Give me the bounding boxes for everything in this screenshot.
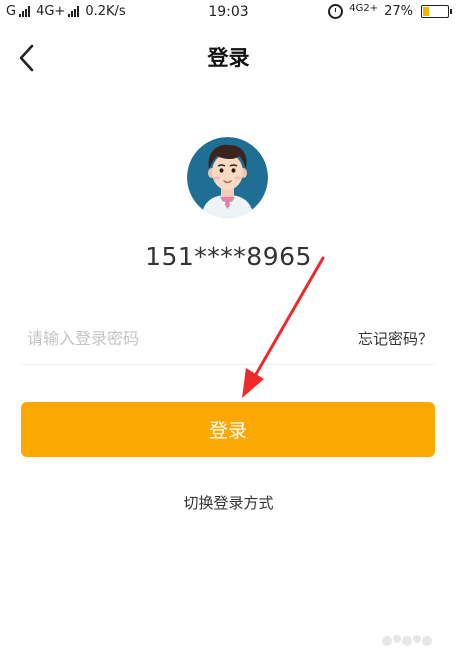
watermark-logo [382,635,432,646]
login-button[interactable]: 登录 [21,402,435,457]
password-input[interactable] [27,324,327,352]
switch-login-method-link[interactable]: 切换登录方式 [0,492,457,513]
forgot-password-link[interactable]: 忘记密码？ [358,328,433,349]
battery-icon [421,5,452,18]
status-bar: G 4G+ 0.2K/s 19:03 4G2+ 27% [0,0,457,26]
password-row: 忘记密码？ [21,318,435,365]
account-phone: 151****8965 [145,242,312,271]
app-header: 登录 [0,38,457,78]
alarm-icon [328,4,344,19]
battery-fill [423,7,429,16]
status-right: 4G2+ 27% [328,3,452,19]
network-right-label: 4G2+ [349,3,379,14]
page-title: 登录 [207,46,250,70]
user-avatar-icon [187,137,268,218]
battery-percent: 27% [384,4,413,19]
